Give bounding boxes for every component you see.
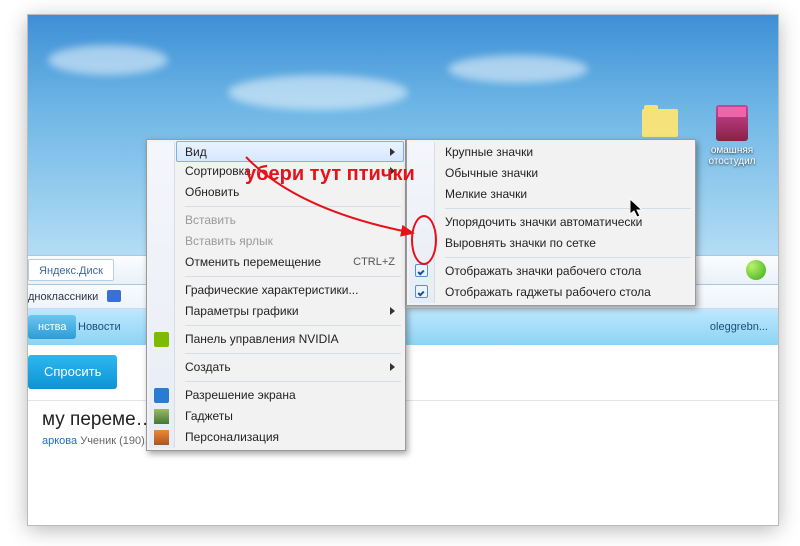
menu-create[interactable]: Создать (177, 357, 403, 378)
menu-separator (185, 381, 401, 382)
menu-personalize[interactable]: Персонализация (177, 427, 403, 448)
chevron-right-icon (390, 307, 395, 315)
personalize-icon (154, 430, 169, 445)
ask-button[interactable]: Спросить (28, 355, 117, 389)
extension-icon[interactable] (746, 260, 766, 280)
display-icon (154, 388, 169, 403)
chevron-right-icon (390, 363, 395, 371)
nvidia-icon (154, 332, 169, 347)
annotation-arrow (238, 151, 438, 246)
menu-undo-move[interactable]: Отменить перемещение CTRL+Z (177, 252, 403, 273)
archive-icon (716, 105, 748, 141)
menu-separator (445, 208, 691, 209)
submenu-show-desktop-icons[interactable]: Отображать значки рабочего стола (437, 261, 693, 282)
desktop-archive-icon[interactable]: омашняя отостудил (704, 103, 760, 167)
menu-nvidia[interactable]: Панель управления NVIDIA (177, 329, 403, 350)
site-tab[interactable]: нства (28, 315, 76, 339)
screenshot-frame: омашняя отостудил Яндекс.Диск дноклассни… (28, 15, 778, 525)
gadgets-icon (154, 409, 169, 424)
menu-gadgets[interactable]: Гаджеты (177, 406, 403, 427)
submenu-show-gadgets[interactable]: Отображать гаджеты рабочего стола (437, 282, 693, 303)
asker-link[interactable]: аркова (42, 435, 77, 447)
submenu-auto-arrange[interactable]: Упорядочить значки автоматически (437, 212, 693, 233)
submenu-large-icons[interactable]: Крупные значки (437, 142, 693, 163)
menu-separator (445, 257, 691, 258)
menu-separator (185, 325, 401, 326)
menu-separator (185, 276, 401, 277)
bookmark-odnoklassniki[interactable]: дноклассники (28, 285, 121, 309)
checkmark-icon (415, 285, 428, 298)
mouse-cursor (630, 199, 644, 219)
checkmark-icon (415, 264, 428, 277)
menu-resolution[interactable]: Разрешение экрана (177, 385, 403, 406)
user-link[interactable]: oleggrebn... (710, 309, 768, 345)
menu-gfx-params[interactable]: Параметры графики (177, 301, 403, 322)
desktop-icon-label: омашняя отостудил (709, 145, 756, 167)
menu-separator (185, 353, 401, 354)
menu-gfx-characteristics[interactable]: Графические характеристики... (177, 280, 403, 301)
submenu-align-grid[interactable]: Выровнять значки по сетке (437, 233, 693, 254)
folder-icon (642, 109, 678, 137)
shortcut-label: CTRL+Z (353, 252, 395, 273)
view-submenu: Крупные значки Обычные значки Мелкие зна… (406, 139, 696, 306)
news-link[interactable]: Новости (78, 309, 121, 345)
submenu-small-icons[interactable]: Мелкие значки (437, 184, 693, 205)
submenu-medium-icons[interactable]: Обычные значки (437, 163, 693, 184)
chat-icon (107, 290, 121, 302)
yandex-disk-button[interactable]: Яндекс.Диск (28, 259, 114, 281)
